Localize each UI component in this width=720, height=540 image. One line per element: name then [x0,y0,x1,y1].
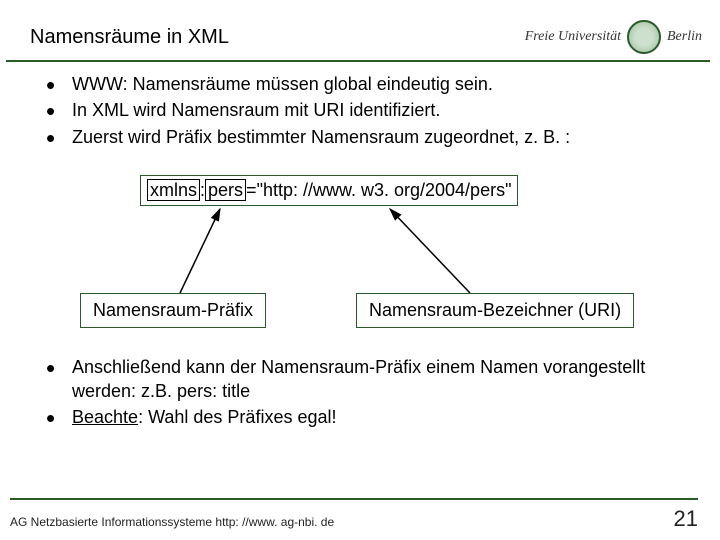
text: : Wahl des Präfixes egal! [138,407,336,427]
logo-berlin: Berlin [667,29,702,45]
diagram: xmlns:pers="http: //www. w3. org/2004/pe… [30,175,690,345]
bullet-item: Zuerst wird Präfix bestimmter Namensraum… [46,125,690,149]
bullet-item: WWW: Namensräume müssen global eindeutig… [46,72,690,96]
bullet-item: In XML wird Namensraum mit URI identifiz… [46,98,690,122]
logo-text: Freie Universität [525,29,621,45]
page-number: 21 [674,506,698,532]
seal-icon [627,20,661,54]
bullet-item: Beachte: Wahl des Präfixes egal! [46,405,690,429]
label-uri: Namensraum-Bezeichner (URI) [369,300,621,320]
code-pers: pers [205,179,246,201]
bullet-item: Anschließend kann der Namensraum-Präfix … [46,355,690,404]
code-equals: = [246,180,257,200]
code-uri: "http: //www. w3. org/2004/pers" [257,180,512,200]
university-logo: Freie Universität Berlin [525,20,702,54]
emphasis: Beachte [72,407,138,427]
header: Namensräume in XML Freie Universität Ber… [0,0,720,60]
code-box: xmlns:pers="http: //www. w3. org/2004/pe… [140,175,518,206]
footer-divider [10,498,698,500]
label-uri-box: Namensraum-Bezeichner (URI) [356,293,634,328]
label-prefix: Namensraum-Präfix [93,300,253,320]
page-title: Namensräume in XML [30,26,229,49]
code-xmlns: xmlns [147,179,200,201]
label-prefix-box: Namensraum-Präfix [80,293,266,328]
bullet-list-1: WWW: Namensräume müssen global eindeutig… [30,72,690,149]
footer-text: AG Netzbasierte Informationssysteme http… [10,515,334,529]
footer: AG Netzbasierte Informationssysteme http… [0,492,720,532]
content: WWW: Namensräume müssen global eindeutig… [0,62,720,430]
bullet-list-2: Anschließend kann der Namensraum-Präfix … [30,355,690,430]
